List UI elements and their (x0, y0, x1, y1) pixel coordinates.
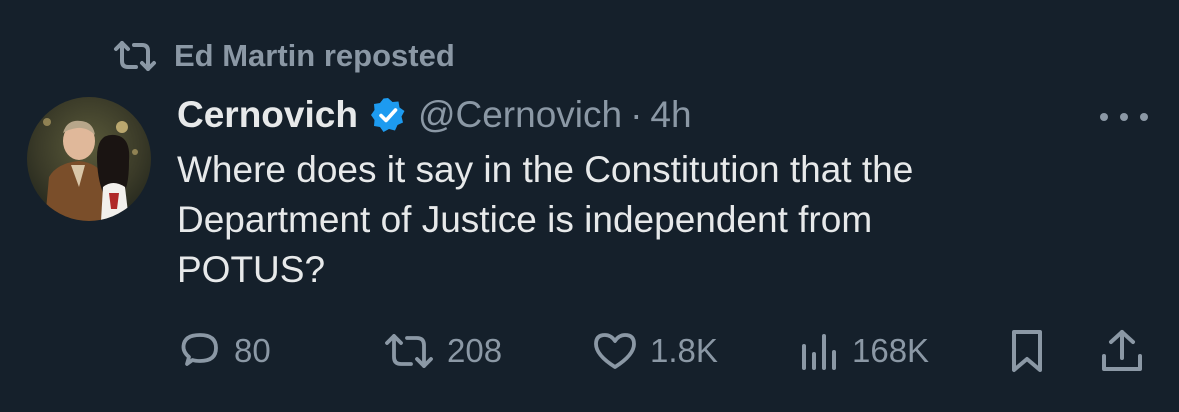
like-button[interactable]: 1.8K (592, 326, 718, 376)
verified-badge-icon[interactable] (370, 97, 406, 133)
separator-dot: · (630, 94, 643, 135)
share-button[interactable] (1100, 326, 1156, 376)
views-icon (800, 330, 840, 372)
share-icon (1100, 328, 1144, 374)
heart-icon (592, 330, 638, 372)
like-count: 1.8K (650, 332, 718, 369)
repost-text: Ed Martin reposted (174, 38, 455, 73)
avatar[interactable] (27, 97, 151, 221)
retweet-icon (112, 39, 158, 73)
dot (1120, 113, 1128, 121)
views-count: 168K (852, 332, 930, 369)
author-handle[interactable]: @Cernovich (418, 94, 622, 136)
tweet-text: Where does it say in the Constitution th… (177, 149, 914, 290)
reply-count: 80 (234, 332, 271, 369)
reply-icon (178, 329, 222, 373)
dot (1100, 113, 1108, 121)
tweet-timestamp[interactable]: 4h (650, 94, 691, 136)
author-name[interactable]: Cernovich (177, 94, 358, 136)
bookmark-button[interactable] (1007, 326, 1059, 376)
repost-indicator[interactable]: Ed Martin reposted (112, 34, 455, 78)
views-button[interactable]: 168K (800, 326, 929, 376)
reply-button[interactable]: 80 (178, 326, 271, 376)
action-bar: 80 208 1.8K 168K (0, 326, 1179, 376)
retweet-count: 208 (447, 332, 503, 369)
retweet-icon (383, 331, 435, 371)
retweet-button[interactable]: 208 (383, 326, 502, 376)
more-options-icon[interactable] (1100, 102, 1148, 132)
tweet-header: Cernovich @Cernovich · 4h (177, 90, 692, 140)
tweet-card[interactable]: Ed Martin reposted Cernovich @Cernovich … (0, 0, 1179, 412)
bookmark-icon (1007, 328, 1047, 374)
dot (1140, 113, 1148, 121)
